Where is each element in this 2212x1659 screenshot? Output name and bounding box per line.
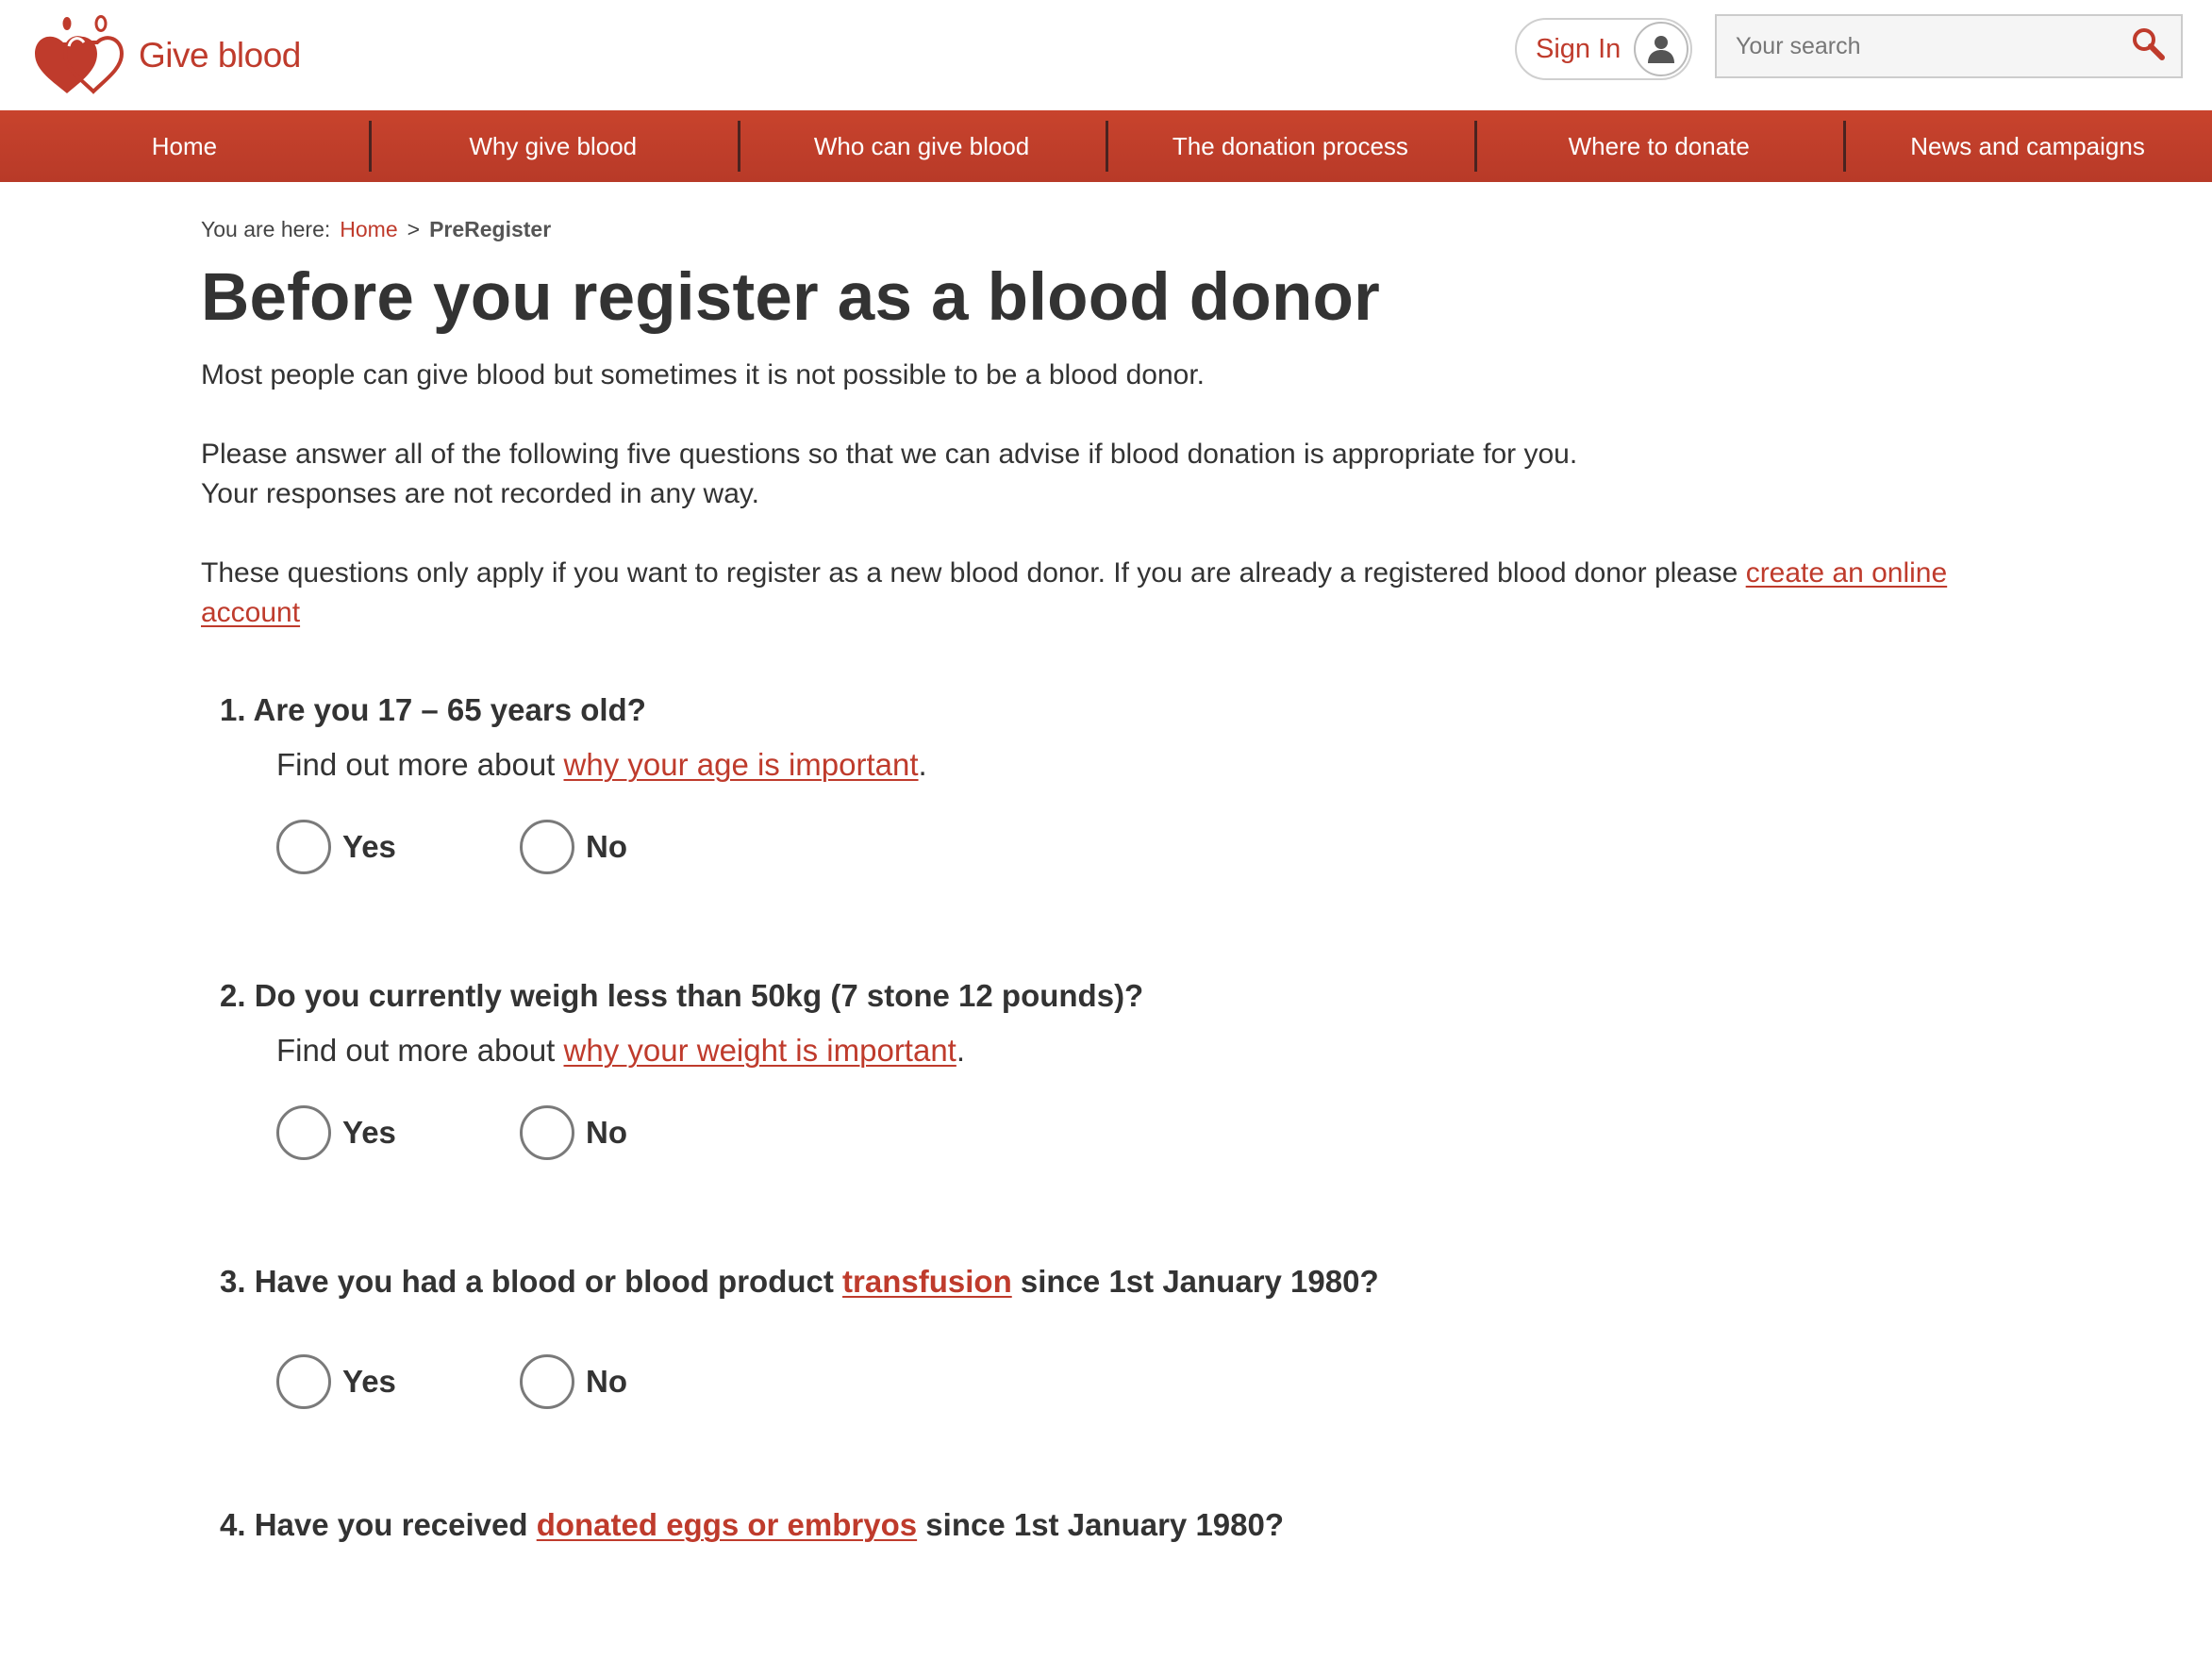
question-3: 3. Have you had a blood or blood product… xyxy=(220,1264,2031,1410)
breadcrumb-separator: > xyxy=(407,217,421,241)
radio-label-yes: Yes xyxy=(342,1115,396,1151)
question-1-no-radio[interactable]: No xyxy=(520,820,763,875)
question-3-yes-radio[interactable]: Yes xyxy=(276,1354,520,1410)
radio-label-yes: Yes xyxy=(342,1364,396,1400)
intro-paragraph-3-text: These questions only apply if you want t… xyxy=(201,557,1746,589)
radio-button[interactable] xyxy=(520,1105,574,1161)
intro-paragraph-2: Please answer all of the following five … xyxy=(201,435,2031,514)
sign-in-button[interactable]: Sign In xyxy=(1515,18,1692,80)
question-2: 2. Do you currently weigh less than 50kg… xyxy=(220,978,2031,1161)
breadcrumb: You are here: Home > PreRegister xyxy=(201,217,2031,242)
intro-text: Most people can give blood but sometimes… xyxy=(201,356,2031,633)
question-number: 2. xyxy=(220,978,246,1014)
nav-item-donation-process[interactable]: The donation process xyxy=(1106,110,1474,182)
radio-button[interactable] xyxy=(276,1105,331,1161)
radio-label-no: No xyxy=(586,1364,627,1400)
nav-item-home[interactable]: Home xyxy=(0,110,369,182)
question-1: 1. Are you 17 – 65 years old? Find out m… xyxy=(220,692,2031,875)
transfusion-link[interactable]: transfusion xyxy=(842,1264,1012,1299)
question-text-before: Have you received xyxy=(254,1507,537,1543)
hearts-logo-icon xyxy=(35,15,125,94)
question-text-after: since 1st January 1980? xyxy=(917,1507,1285,1543)
site-header: Give blood Sign In xyxy=(0,0,2212,110)
question-2-options: Yes No xyxy=(276,1105,2031,1161)
radio-button[interactable] xyxy=(520,820,574,875)
intro-paragraph-2-line-1: Please answer all of the following five … xyxy=(201,439,1578,471)
intro-paragraph-1: Most people can give blood but sometimes… xyxy=(201,359,1205,391)
question-number: 1. xyxy=(220,692,246,728)
user-avatar-icon xyxy=(1634,22,1688,76)
why-weight-important-link[interactable]: why your weight is important xyxy=(564,1033,956,1068)
logo-text: Give blood xyxy=(139,36,301,75)
why-age-important-link[interactable]: why your age is important xyxy=(564,747,919,782)
question-2-yes-radio[interactable]: Yes xyxy=(276,1105,520,1161)
intro-paragraph-3: These questions only apply if you want t… xyxy=(201,554,2031,633)
radio-button[interactable] xyxy=(276,820,331,875)
question-4: 4. Have you received donated eggs or emb… xyxy=(220,1507,2031,1543)
question-text-after: since 1st January 1980? xyxy=(1011,1264,1379,1300)
breadcrumb-home-link[interactable]: Home xyxy=(340,217,397,242)
nav-item-where-to-donate[interactable]: Where to donate xyxy=(1474,110,1843,182)
question-3-no-radio[interactable]: No xyxy=(520,1354,763,1410)
breadcrumb-prefix: You are here: xyxy=(201,217,331,241)
question-text: Are you 17 – 65 years old? xyxy=(253,692,646,728)
question-number: 4. xyxy=(220,1507,246,1543)
breadcrumb-current: PreRegister xyxy=(429,217,552,241)
main-nav: Home Why give blood Who can give blood T… xyxy=(0,110,2212,182)
radio-label-yes: Yes xyxy=(342,829,396,865)
question-number: 3. xyxy=(220,1264,246,1300)
intro-paragraph-2-line-2: Your responses are not recorded in any w… xyxy=(201,478,760,510)
question-3-options: Yes No xyxy=(276,1354,2031,1410)
sign-in-label: Sign In xyxy=(1536,33,1622,64)
radio-label-no: No xyxy=(586,1115,627,1151)
donated-eggs-embryos-link[interactable]: donated eggs or embryos xyxy=(537,1507,917,1542)
nav-item-news-and-campaigns[interactable]: News and campaigns xyxy=(1843,110,2212,182)
question-1-more-info: Find out more about why your age is impo… xyxy=(276,747,2031,783)
question-text-before: Have you had a blood or blood product xyxy=(254,1264,843,1300)
question-1-yes-radio[interactable]: Yes xyxy=(276,820,520,875)
page-title: Before you register as a blood donor xyxy=(201,260,1380,335)
more-info-suffix: . xyxy=(956,1033,966,1069)
question-3-title: 3. Have you had a blood or blood product… xyxy=(220,1264,2031,1300)
main-content: You are here: Home > PreRegister Before … xyxy=(201,182,2031,1543)
search-icon[interactable] xyxy=(2128,24,2171,67)
question-2-no-radio[interactable]: No xyxy=(520,1105,763,1161)
more-info-suffix: . xyxy=(918,747,927,783)
more-info-prefix: Find out more about xyxy=(276,747,564,783)
radio-button[interactable] xyxy=(276,1354,331,1410)
question-2-more-info: Find out more about why your weight is i… xyxy=(276,1033,2031,1069)
question-1-title: 1. Are you 17 – 65 years old? xyxy=(220,692,2031,728)
radio-label-no: No xyxy=(586,829,627,865)
search-box xyxy=(1715,14,2183,78)
question-text: Do you currently weigh less than 50kg (7… xyxy=(254,978,1144,1014)
give-blood-logo[interactable]: Give blood xyxy=(31,14,301,97)
nav-item-why-give-blood[interactable]: Why give blood xyxy=(368,110,738,182)
more-info-prefix: Find out more about xyxy=(276,1033,564,1069)
question-4-title: 4. Have you received donated eggs or emb… xyxy=(220,1507,2031,1543)
nav-item-who-can-give-blood[interactable]: Who can give blood xyxy=(737,110,1106,182)
question-2-title: 2. Do you currently weigh less than 50kg… xyxy=(220,978,2031,1014)
search-input[interactable] xyxy=(1717,16,2181,76)
radio-button[interactable] xyxy=(520,1354,574,1410)
question-1-options: Yes No xyxy=(276,820,2031,875)
